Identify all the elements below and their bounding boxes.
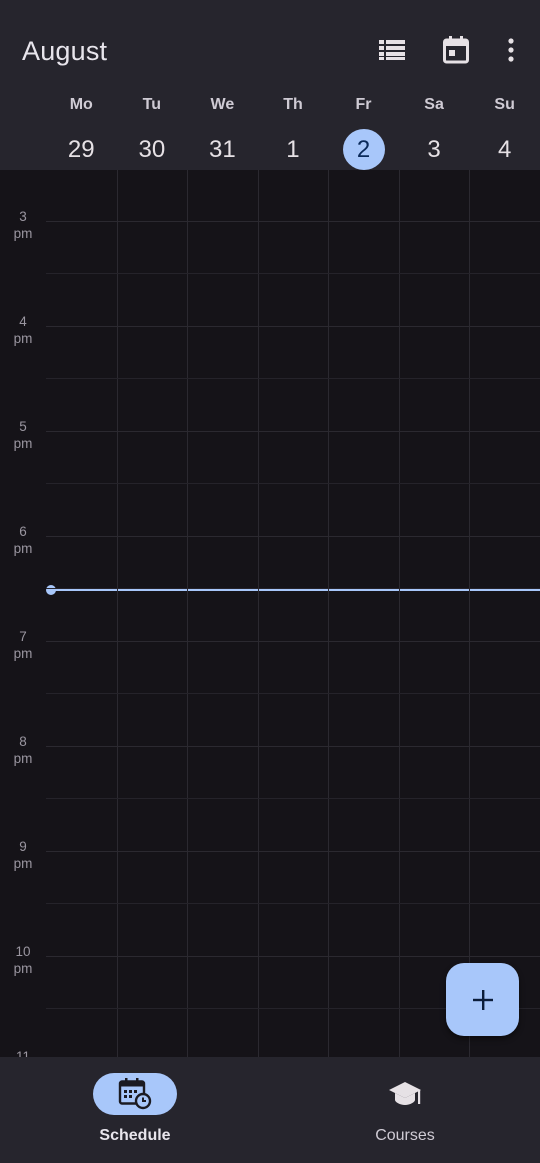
schedule-calendar-icon (118, 1078, 152, 1110)
day-number: 29 (67, 135, 95, 163)
day-column-divider (116, 170, 118, 1057)
day-name: Tu (142, 96, 162, 113)
app-root: August Mo 29 Tu 30 We 31 Th 1 Fr 2 Sa 3 … (0, 0, 540, 1163)
hour-label-11: 11 (15, 1049, 30, 1057)
hour-label-5pm: 5 pm (13, 419, 33, 451)
nav-label: Schedule (99, 1127, 171, 1144)
day-number: 3 (427, 135, 441, 163)
hour-gridline (46, 431, 540, 432)
day-name: We (210, 96, 235, 113)
hour-gridline (46, 326, 540, 327)
day-number: 31 (209, 135, 236, 163)
nav-label: Courses (375, 1127, 435, 1144)
nav-active-pill (93, 1073, 177, 1115)
hour-label-7pm: 7 pm (13, 629, 33, 661)
day-su[interactable]: Su 4 (469, 88, 540, 170)
day-column-divider (469, 170, 471, 1057)
month-title: August (22, 36, 108, 66)
hour-gridline (46, 746, 540, 747)
hour-label-8pm: 8 pm (13, 734, 33, 766)
view-list-icon[interactable] (372, 30, 412, 70)
day-mo[interactable]: Mo 29 (46, 88, 117, 170)
hour-label-3pm: 3 pm (13, 209, 33, 241)
day-we[interactable]: We 31 (187, 88, 258, 170)
half-hour-gridline (46, 798, 540, 799)
nav-item-courses[interactable]: Courses (270, 1057, 540, 1163)
half-hour-gridline (46, 903, 540, 904)
day-tu[interactable]: Tu 30 (117, 88, 188, 170)
top-app-bar: August Mo 29 Tu 30 We 31 Th 1 Fr 2 Sa 3 … (0, 0, 540, 170)
hour-gridline (46, 221, 540, 222)
day-column-divider (328, 170, 330, 1057)
graduation-cap-icon (389, 1082, 421, 1105)
half-hour-gridline (46, 588, 540, 589)
nav-pill (363, 1073, 447, 1115)
day-number: 1 (286, 135, 300, 163)
plus-icon (472, 989, 493, 1010)
hour-label-9pm: 9 pm (13, 839, 33, 871)
hour-gridline (46, 536, 540, 537)
current-time-dot (46, 585, 56, 595)
half-hour-gridline (46, 693, 540, 694)
day-fr[interactable]: Fr 2 (328, 88, 399, 170)
day-name: Th (283, 96, 303, 113)
half-hour-gridline (46, 483, 540, 484)
more-vert-icon[interactable] (491, 30, 531, 70)
hour-gridline (46, 956, 540, 957)
day-number: 30 (138, 135, 166, 163)
hour-gridline (46, 851, 540, 852)
half-hour-gridline (46, 273, 540, 274)
day-number: 4 (497, 135, 512, 163)
day-name: Fr (355, 96, 372, 113)
nav-item-schedule[interactable]: Schedule (0, 1057, 270, 1163)
week-day-row: Mo 29 Tu 30 We 31 Th 1 Fr 2 Sa 3 Su 4 (46, 88, 540, 170)
day-name: Sa (424, 96, 444, 113)
week-timeline-grid[interactable]: 3 pm 4 pm 5 pm 6 pm 7 pm 8 pm 9 pm 10 pm 11 (0, 170, 540, 1057)
calendar-today-icon[interactable] (436, 30, 476, 70)
hour-label-10pm: 10 pm (13, 944, 33, 976)
current-time-line (50, 589, 540, 591)
day-column-divider (187, 170, 189, 1057)
day-sa[interactable]: Sa 3 (399, 88, 470, 170)
hour-gridline (46, 641, 540, 642)
hour-label-4pm: 4 pm (13, 314, 33, 346)
day-column-divider (398, 170, 400, 1057)
day-th[interactable]: Th 1 (258, 88, 329, 170)
hour-label-6pm: 6 pm (13, 524, 33, 556)
today-indicator: 2 (342, 129, 385, 170)
half-hour-gridline (46, 378, 540, 379)
bottom-navigation: Schedule Courses (0, 1057, 540, 1163)
day-name: Su (494, 96, 515, 113)
day-column-divider (257, 170, 259, 1057)
add-event-button[interactable] (446, 963, 519, 1036)
day-name: Mo (69, 96, 93, 113)
